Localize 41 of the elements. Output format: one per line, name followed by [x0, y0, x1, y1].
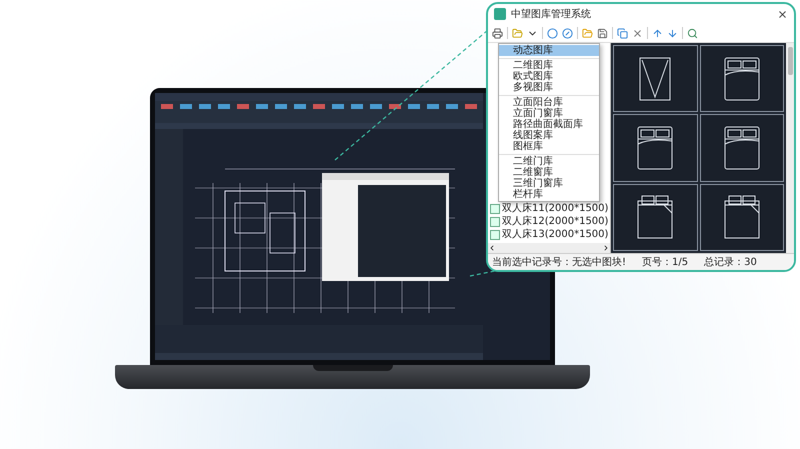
- menu-item[interactable]: 二维窗库: [499, 167, 599, 178]
- menu-item[interactable]: 二维门库: [499, 154, 599, 167]
- menu-item[interactable]: 立面阳台库: [499, 95, 599, 108]
- tree-item[interactable]: 双人床12(2000*1500): [502, 216, 608, 228]
- arrow-up-icon[interactable]: [652, 28, 663, 38]
- menu-item[interactable]: 二维图库: [499, 58, 599, 71]
- menu-item[interactable]: 线图案库: [499, 130, 599, 141]
- delete-icon[interactable]: [632, 28, 643, 38]
- scroll-right-icon[interactable]: [602, 244, 610, 252]
- printer-icon[interactable]: [492, 28, 503, 38]
- horizontal-scrollbar[interactable]: [488, 243, 610, 253]
- close-icon[interactable]: [777, 8, 788, 20]
- menu-item[interactable]: 立面门窗库: [499, 108, 599, 119]
- tree-item[interactable]: 双人床13(2000*1500): [502, 228, 608, 240]
- selection-status: 当前选中记录号：无选中图块!: [492, 256, 626, 269]
- vertical-scrollbar[interactable]: [786, 43, 794, 253]
- search-icon[interactable]: [687, 28, 698, 38]
- save-icon[interactable]: [597, 28, 608, 38]
- page-number: 页号：1/5: [642, 256, 688, 269]
- preview-cell[interactable]: [700, 114, 784, 182]
- preview-cell[interactable]: [700, 45, 784, 112]
- tree-item[interactable]: 双人床11(2000*1500): [502, 202, 608, 214]
- preview-cell[interactable]: [700, 184, 784, 251]
- menu-item[interactable]: 欧式图库: [499, 71, 599, 82]
- menu-item[interactable]: 三维门窗库: [499, 178, 599, 189]
- preview-cell[interactable]: [613, 114, 698, 182]
- menu-item[interactable]: 多视图库: [499, 82, 599, 93]
- preview-cell[interactable]: [613, 45, 698, 112]
- preview-cell[interactable]: [613, 184, 698, 251]
- circle-icon[interactable]: [547, 28, 558, 38]
- app-icon: [494, 8, 506, 20]
- record-count: 总记录：30: [704, 256, 757, 269]
- menu-item[interactable]: 路径曲面截面库: [499, 119, 599, 130]
- arrow-down-icon[interactable]: [667, 28, 678, 38]
- menu-item[interactable]: 栏杆库: [499, 189, 599, 200]
- scroll-left-icon[interactable]: [488, 244, 496, 252]
- window-title: 中望图库管理系统: [511, 8, 592, 21]
- menu-item[interactable]: 动态图库: [499, 45, 599, 56]
- circle-slash-icon[interactable]: [562, 28, 573, 38]
- menu-item[interactable]: 图框库: [499, 141, 599, 152]
- copy-icon[interactable]: [617, 28, 628, 38]
